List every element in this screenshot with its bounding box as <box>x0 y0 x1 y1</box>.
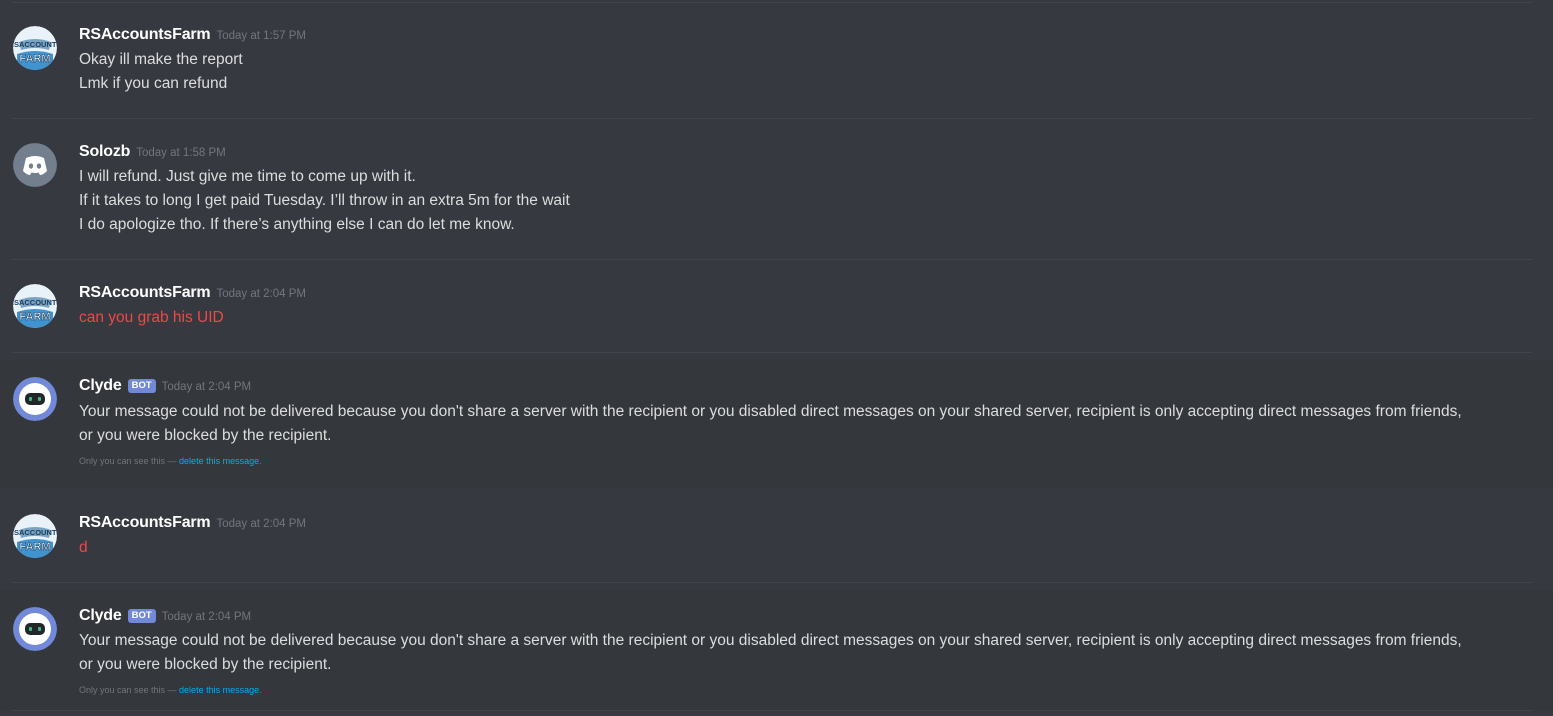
message-header: RSAccountsFarm Today at 2:04 PM <box>79 514 306 532</box>
timestamp[interactable]: Today at 2:04 PM <box>216 518 306 530</box>
avatar-logo-text: RSACCOUNTS <box>13 298 57 307</box>
rsaccountsfarm-logo-icon: RSACCOUNTS FARM <box>13 26 57 70</box>
clyde-bot-icon <box>13 607 57 651</box>
bot-badge: BOT <box>127 379 156 393</box>
bot-avatar-clyde[interactable] <box>13 377 57 421</box>
message-divider <box>12 2 1532 3</box>
message-line: or you were blocked by the recipient. <box>79 427 332 444</box>
bot-badge: BOT <box>127 609 156 623</box>
message-header: RSAccountsFarm Today at 1:57 PM <box>79 26 306 44</box>
message-line: Lmk if you can refund <box>79 75 228 92</box>
username[interactable]: Clyde <box>79 377 122 395</box>
message-line: If it takes to long I get paid Tuesday. … <box>79 192 570 209</box>
message-line: I do apologize tho. If there’s anything … <box>79 216 515 233</box>
ephemeral-notice: Only you can see this — delete this mess… <box>79 456 262 466</box>
message-content: I will refund. Just give me time to come… <box>79 165 1541 237</box>
message-header: Solozb Today at 1:58 PM <box>79 143 226 161</box>
discord-logo-icon <box>13 143 57 187</box>
message-content: Your message could not be delivered beca… <box>79 400 1541 448</box>
message-content: Okay ill make the report Lmk if you can … <box>79 48 1541 96</box>
timestamp[interactable]: Today at 1:57 PM <box>216 30 306 42</box>
failed-message-line: d <box>79 539 88 556</box>
ephemeral-notice-text: Only you can see this — <box>79 456 180 466</box>
timestamp[interactable]: Today at 2:04 PM <box>216 288 306 300</box>
user-avatar-rsaccountsfarm[interactable]: RSACCOUNTS FARM <box>13 514 57 558</box>
username[interactable]: RSAccountsFarm <box>79 26 211 44</box>
failed-message-line: can you grab his UID <box>79 309 224 326</box>
username[interactable]: RSAccountsFarm <box>79 284 211 302</box>
bot-avatar-clyde[interactable] <box>13 607 57 651</box>
message-divider <box>12 259 1532 260</box>
avatar-logo-text: FARM <box>19 311 50 323</box>
clyde-bot-icon <box>13 377 57 421</box>
message-line: Okay ill make the report <box>79 51 243 68</box>
message-divider <box>12 118 1532 119</box>
user-avatar-rsaccountsfarm[interactable]: RSACCOUNTS FARM <box>13 284 57 328</box>
message-header: Clyde BOT Today at 2:04 PM <box>79 377 251 395</box>
ephemeral-message-group: Clyde BOT Today at 2:04 PM Your message … <box>0 590 1553 710</box>
username[interactable]: RSAccountsFarm <box>79 514 211 532</box>
ephemeral-notice: Only you can see this — delete this mess… <box>79 685 262 695</box>
message-content: d <box>79 536 1541 560</box>
message-content: can you grab his UID <box>79 306 1541 330</box>
message-header: Clyde BOT Today at 2:04 PM <box>79 607 251 625</box>
timestamp[interactable]: Today at 2:04 PM <box>162 381 252 393</box>
message-group: Solozb Today at 1:58 PM I will refund. J… <box>0 137 1553 247</box>
rsaccountsfarm-logo-icon: RSACCOUNTS FARM <box>13 284 57 328</box>
ephemeral-notice-end: . <box>259 456 262 466</box>
message-line: Your message could not be delivered beca… <box>79 632 1462 649</box>
rsaccountsfarm-logo-icon: RSACCOUNTS FARM <box>13 514 57 558</box>
timestamp[interactable]: Today at 1:58 PM <box>136 147 226 159</box>
timestamp[interactable]: Today at 2:04 PM <box>162 611 252 623</box>
message-line: I will refund. Just give me time to come… <box>79 168 416 185</box>
message-group: RSACCOUNTS FARM RSAccountsFarm Today at … <box>0 278 1553 346</box>
message-line: or you were blocked by the recipient. <box>79 656 332 673</box>
username[interactable]: Clyde <box>79 607 122 625</box>
ephemeral-notice-text: Only you can see this — <box>79 685 180 695</box>
delete-message-link[interactable]: delete this message <box>179 456 259 466</box>
chat-messages: RSACCOUNTS FARM RSAccountsFarm Today at … <box>0 0 1553 716</box>
user-avatar-rsaccountsfarm[interactable]: RSACCOUNTS FARM <box>13 26 57 70</box>
message-divider <box>12 710 1532 711</box>
avatar-logo-text: FARM <box>19 541 50 553</box>
avatar-logo-text: RSACCOUNTS <box>13 528 57 537</box>
ephemeral-notice-end: . <box>259 685 262 695</box>
ephemeral-message-group: Clyde BOT Today at 2:04 PM Your message … <box>0 360 1553 488</box>
message-group: RSACCOUNTS FARM RSAccountsFarm Today at … <box>0 508 1553 576</box>
avatar-logo-text: FARM <box>19 53 50 65</box>
message-divider <box>12 352 1532 353</box>
username[interactable]: Solozb <box>79 143 130 161</box>
message-header: RSAccountsFarm Today at 2:04 PM <box>79 284 306 302</box>
message-divider <box>12 582 1532 583</box>
user-avatar-solozb[interactable] <box>13 143 57 187</box>
message-group: RSACCOUNTS FARM RSAccountsFarm Today at … <box>0 20 1553 110</box>
delete-message-link[interactable]: delete this message <box>179 685 259 695</box>
message-line: Your message could not be delivered beca… <box>79 403 1462 420</box>
avatar-logo-text: RSACCOUNTS <box>13 40 57 49</box>
message-content: Your message could not be delivered beca… <box>79 629 1541 677</box>
